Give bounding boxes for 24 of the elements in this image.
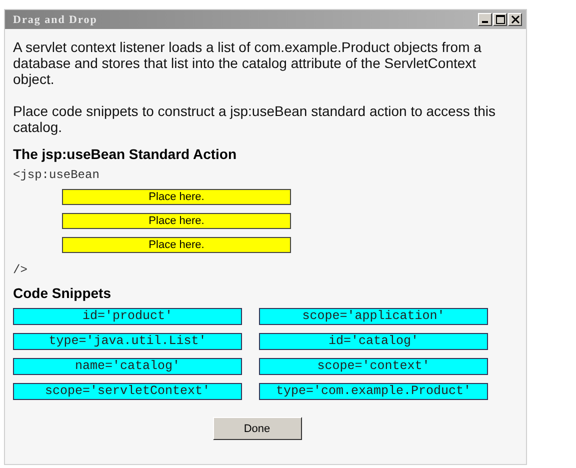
code-text: /> bbox=[13, 263, 28, 277]
code-snippet[interactable]: id='product' bbox=[13, 308, 242, 325]
code-snippet[interactable]: type='java.util.List' bbox=[13, 333, 242, 350]
code-snippet[interactable]: name='catalog' bbox=[13, 358, 242, 375]
instruction-text: A servlet context listener loads a list of com.example.Product objects from a database and stores that list into the catalog attribute of the ServletContext object. bbox=[13, 39, 482, 87]
code-snippet[interactable]: id='catalog' bbox=[259, 333, 488, 350]
maximize-button[interactable] bbox=[493, 13, 507, 26]
instruction-text: Place code snippets to construct a jsp:useBean standard action to access this catalog. bbox=[13, 103, 497, 135]
code-snippet[interactable]: scope='application' bbox=[259, 308, 488, 325]
drop-target[interactable]: Place here. bbox=[62, 213, 291, 229]
window-title: Drag and Drop bbox=[13, 14, 98, 26]
done-button[interactable]: Done bbox=[212, 417, 302, 440]
minimize-button[interactable] bbox=[478, 13, 492, 26]
maximize-icon bbox=[496, 15, 504, 24]
section-heading: The jsp:useBean Standard Action bbox=[13, 146, 237, 162]
section-heading: Code Snippets bbox=[13, 285, 112, 301]
close-button[interactable] bbox=[508, 13, 522, 26]
close-icon bbox=[510, 15, 520, 24]
code-snippet[interactable]: scope='servletContext' bbox=[13, 383, 242, 400]
code-text: <jsp:useBean bbox=[13, 168, 100, 182]
code-snippet[interactable]: type='com.example.Product' bbox=[259, 383, 488, 400]
drop-target[interactable]: Place here. bbox=[62, 189, 291, 205]
drop-target[interactable]: Place here. bbox=[62, 237, 291, 253]
code-snippet[interactable]: scope='context' bbox=[259, 358, 488, 375]
